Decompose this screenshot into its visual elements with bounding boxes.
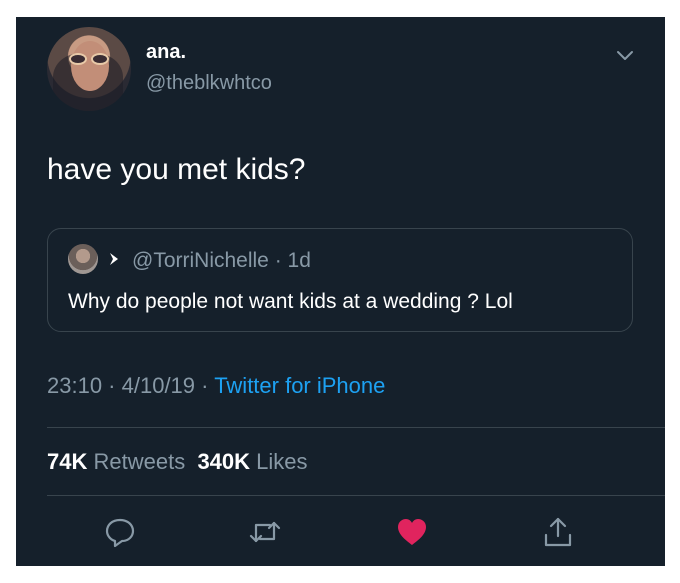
meta-separator: · — [102, 373, 122, 398]
quoted-handle[interactable]: @TorriNichelle — [132, 249, 269, 272]
tweet-card: ana. @theblkwhtco have you met kids? @To… — [16, 17, 665, 566]
reply-arrow-icon — [110, 253, 118, 265]
likes-stat[interactable]: 340K Likes — [197, 449, 307, 474]
tweet-date: 4/10/19 — [121, 373, 196, 398]
divider — [47, 427, 665, 428]
avatar-face — [71, 41, 109, 91]
quoted-separator: · — [268, 249, 288, 272]
tweet-source-link[interactable]: Twitter for iPhone — [214, 373, 385, 398]
meta-separator: · — [195, 373, 215, 398]
retweet-icon[interactable] — [248, 515, 282, 549]
tweet-text: have you met kids? — [47, 153, 306, 186]
quoted-meta: @TorriNichelle · 1d — [132, 249, 311, 273]
chevron-down-icon[interactable] — [615, 46, 635, 66]
quoted-age: 1d — [287, 249, 311, 272]
heart-icon[interactable] — [395, 515, 429, 549]
share-icon[interactable] — [541, 515, 575, 549]
user-name[interactable]: ana. — [146, 41, 186, 64]
retweets-count: 74K — [47, 449, 88, 474]
avatar-glasses — [67, 53, 113, 65]
quoted-text: Why do people not want kids at a wedding… — [68, 290, 513, 313]
retweets-label: Retweets — [93, 449, 186, 474]
likes-count: 340K — [197, 449, 251, 474]
retweets-stat[interactable]: 74K Retweets — [47, 449, 185, 474]
quoted-avatar[interactable] — [68, 244, 98, 274]
likes-label: Likes — [256, 449, 308, 474]
quoted-tweet[interactable]: @TorriNichelle · 1d Why do people not wa… — [47, 228, 633, 332]
reply-icon[interactable] — [103, 515, 137, 549]
divider — [47, 495, 665, 496]
tweet-time: 23:10 — [47, 373, 103, 398]
user-handle[interactable]: @theblkwhtco — [146, 72, 272, 95]
tweet-stats: 74K Retweets 340K Likes — [47, 449, 308, 475]
user-avatar[interactable] — [47, 27, 131, 111]
tweet-meta: 23:10 · 4/10/19 · Twitter for iPhone — [47, 373, 385, 399]
